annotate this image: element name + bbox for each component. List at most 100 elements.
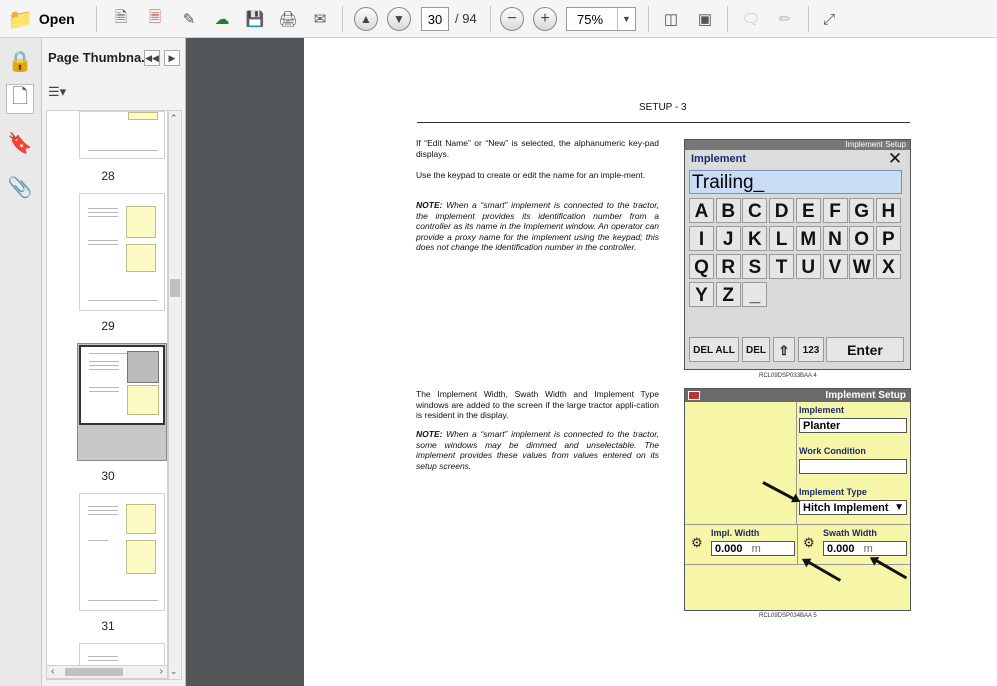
comment-icon[interactable]: 🗨	[738, 6, 764, 32]
keypad-titlebar: Implement ✕	[689, 150, 906, 168]
implement-type-label: Implement Type	[799, 487, 867, 497]
keypad-header: Implement Setup	[685, 140, 910, 150]
impl-width-unit: m	[751, 543, 761, 555]
key-n[interactable]: N	[822, 226, 848, 251]
work-condition-field[interactable]	[799, 459, 907, 474]
implement-type-select[interactable]: Hitch Implement ▼	[799, 500, 907, 515]
scroll-thumb[interactable]	[170, 279, 180, 297]
key-w[interactable]: W	[849, 254, 875, 279]
arrow-up-icon: ▲	[354, 7, 378, 31]
close-icon[interactable]: ✕	[886, 150, 904, 168]
key-t[interactable]: T	[769, 254, 795, 279]
arrow-down-icon: ▼	[387, 7, 411, 31]
thumbnail-page-31[interactable]	[79, 493, 165, 611]
print-icon[interactable]: 🖨	[274, 6, 302, 32]
previous-page-button[interactable]: ▲	[354, 6, 378, 32]
numeric-key[interactable]: 123	[798, 337, 824, 362]
page-number-input[interactable]: 30	[421, 7, 449, 31]
key-j[interactable]: J	[715, 226, 741, 251]
keypad-figure: Implement Setup Implement ✕ Trailing_ AB…	[684, 139, 911, 370]
lock-icon[interactable]: 🔒	[6, 46, 34, 76]
implement-field[interactable]: Planter	[799, 418, 907, 433]
collapse-panel-icon[interactable]: ◀◀	[144, 50, 160, 66]
chevron-down-icon[interactable]: ▼	[617, 8, 635, 30]
del-key[interactable]: DEL	[742, 337, 770, 362]
thumbnail-vertical-scrollbar[interactable]: ⌃ ⌄	[168, 110, 182, 680]
header-rule	[417, 122, 910, 123]
open-button[interactable]: 📁 Open	[8, 6, 75, 32]
email-icon[interactable]: ✉	[306, 6, 334, 32]
key-q[interactable]: Q	[689, 254, 714, 279]
implement-label: Implement	[799, 405, 845, 415]
key-h[interactable]: H	[875, 198, 901, 223]
key-c[interactable]: C	[742, 198, 768, 223]
figure-caption: RCL09DSP034BAA 5	[759, 613, 817, 619]
fit-width-icon[interactable]: ▣	[692, 6, 718, 32]
impl-width-field[interactable]: 0.000 m	[711, 541, 795, 556]
zoom-select[interactable]: 75% ▼	[566, 7, 636, 31]
enter-key[interactable]: Enter	[826, 337, 904, 362]
attachment-icon[interactable]: 📎	[6, 172, 34, 202]
thumbnail-page-29[interactable]	[79, 193, 165, 311]
key-m[interactable]: M	[795, 226, 821, 251]
thumbnail-list: 28 29 30 31	[46, 110, 168, 680]
swath-width-label: Swath Width	[823, 528, 877, 538]
page-thumbnails-icon[interactable]: 🗋	[6, 84, 34, 114]
fullscreen-icon[interactable]: ⤢	[816, 6, 842, 32]
save-icon[interactable]: 💾	[242, 6, 268, 32]
key-k[interactable]: K	[742, 226, 768, 251]
key-g[interactable]: G	[849, 198, 875, 223]
next-page-button[interactable]: ▼	[387, 6, 411, 32]
screen-icon	[688, 391, 700, 400]
callout-arrow	[872, 557, 908, 580]
scroll-thumb[interactable]	[65, 668, 123, 676]
thumbnail-page-30[interactable]	[79, 345, 165, 425]
key-d[interactable]: D	[769, 198, 795, 223]
thumbnail-horizontal-scrollbar[interactable]: ‹ ›	[46, 665, 168, 679]
fit-page-icon[interactable]: ◫	[658, 6, 684, 32]
key-y[interactable]: Y	[689, 282, 714, 307]
shift-icon[interactable]: ⇧	[773, 337, 795, 362]
swath-width-icon: ⚙	[803, 535, 815, 550]
highlight-icon[interactable]: ✏	[772, 6, 798, 32]
zoom-out-button[interactable]: −	[500, 6, 524, 32]
key-x[interactable]: X	[875, 254, 901, 279]
export-pdf-icon[interactable]: 🗏	[142, 6, 168, 32]
key-f[interactable]: F	[822, 198, 848, 223]
chevron-up-icon[interactable]: ⌃	[170, 113, 178, 124]
key-e[interactable]: E	[795, 198, 821, 223]
key-i[interactable]: I	[689, 226, 714, 251]
note-paragraph: NOTE: When a “smart” implement is connec…	[416, 429, 659, 471]
upload-cloud-icon[interactable]: ☁	[208, 6, 236, 32]
chevron-right-icon[interactable]: ›	[160, 666, 163, 677]
edit-pdf-icon[interactable]: ✎	[176, 6, 202, 32]
key-v[interactable]: V	[822, 254, 848, 279]
impl-width-value: 0.000	[715, 543, 743, 555]
del-all-key[interactable]: DEL ALL	[689, 337, 739, 362]
open-label: Open	[38, 11, 75, 27]
thumbnail-options-icon[interactable]: ☰▾	[48, 84, 66, 100]
name-input[interactable]: Trailing_	[689, 170, 902, 194]
chevron-left-icon[interactable]: ‹	[51, 666, 54, 677]
swath-width-field[interactable]: 0.000 m	[823, 541, 907, 556]
zoom-in-button[interactable]: +	[533, 6, 557, 32]
key-z[interactable]: Z	[715, 282, 741, 307]
key-underscore[interactable]: _	[742, 282, 768, 307]
thumbnail-page-28[interactable]	[79, 111, 165, 159]
key-u[interactable]: U	[795, 254, 821, 279]
page-total: / 94	[455, 11, 477, 26]
key-l[interactable]: L	[769, 226, 795, 251]
key-r[interactable]: R	[715, 254, 741, 279]
key-o[interactable]: O	[849, 226, 875, 251]
thumbnail-label: 29	[101, 319, 115, 333]
figure-caption: RCL09DSP033BAA 4	[759, 373, 817, 379]
paragraph: The Implement Width, Swath Width and Imp…	[416, 389, 659, 420]
bookmark-icon[interactable]: 🔖	[6, 128, 34, 158]
expand-panel-icon[interactable]: ▶	[164, 50, 180, 66]
key-b[interactable]: B	[715, 198, 741, 223]
chevron-down-icon[interactable]: ⌄	[170, 666, 178, 677]
key-s[interactable]: S	[742, 254, 768, 279]
key-a[interactable]: A	[689, 198, 714, 223]
create-pdf-icon[interactable]: 🗎	[108, 6, 134, 32]
key-p[interactable]: P	[875, 226, 901, 251]
